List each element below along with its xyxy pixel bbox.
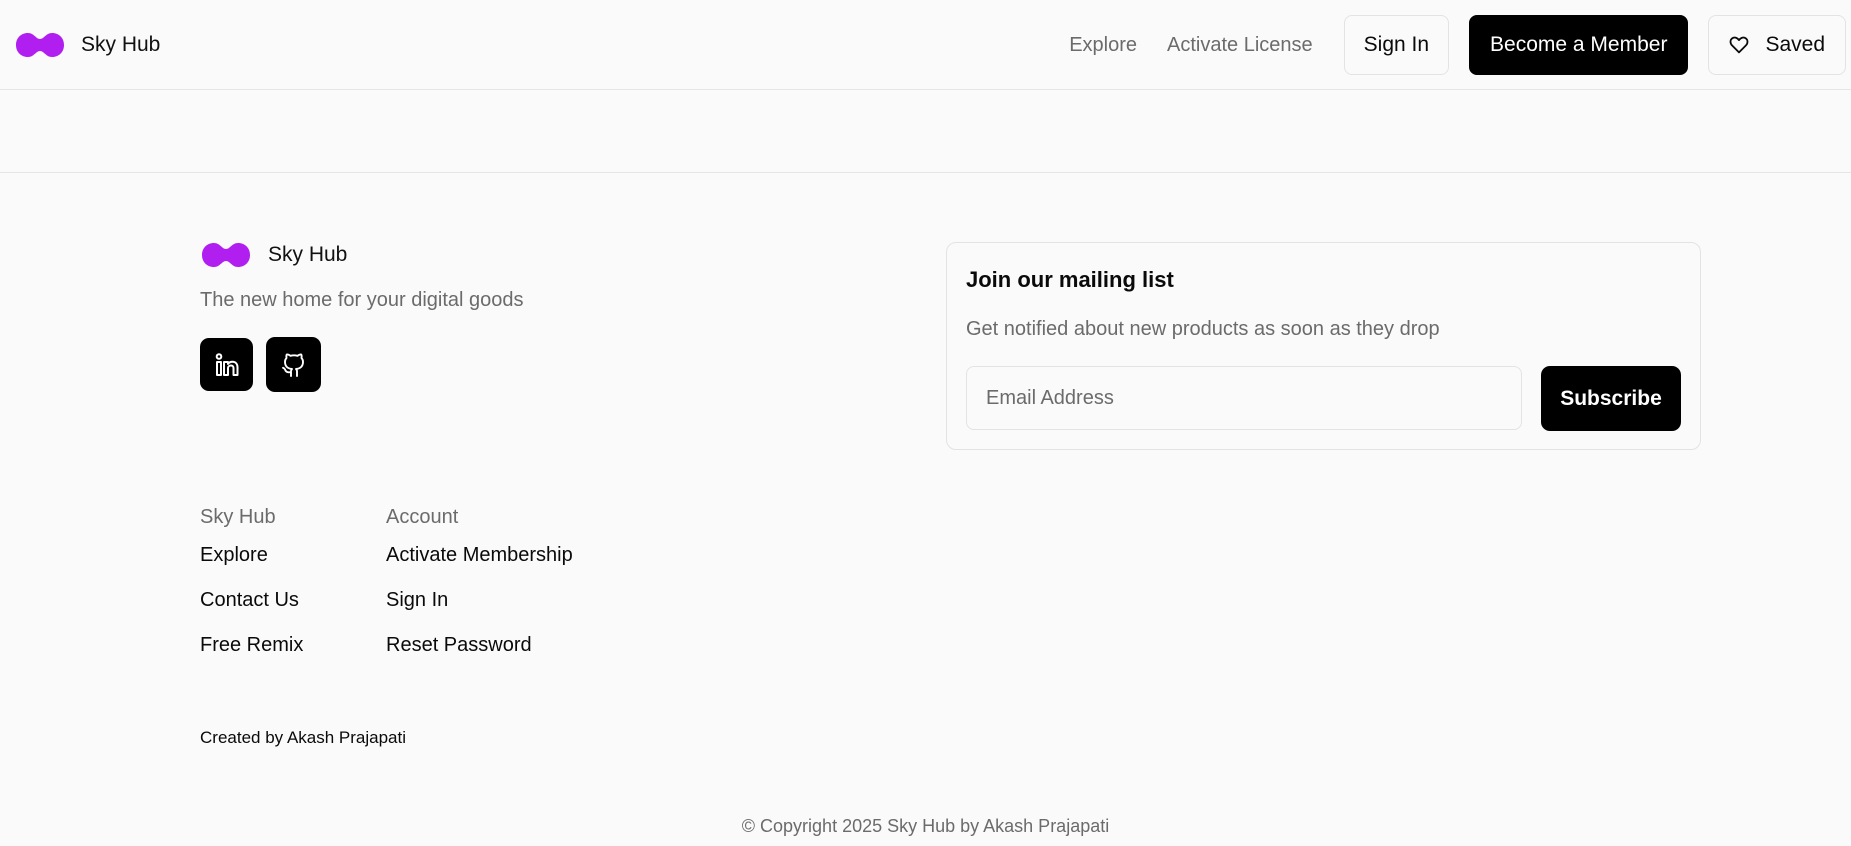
- brand-logo-link[interactable]: Sky Hub: [14, 30, 160, 60]
- subscribe-button[interactable]: Subscribe: [1541, 366, 1681, 431]
- footer-link-explore[interactable]: Explore: [200, 544, 303, 574]
- logo-icon: [202, 243, 250, 267]
- github-icon: [281, 353, 304, 377]
- footer-link-reset-password[interactable]: Reset Password: [386, 634, 573, 664]
- top-nav: Explore Activate License Sign In Become …: [1069, 15, 1846, 75]
- mailing-title: Join our mailing list: [966, 267, 1174, 292]
- created-by-text: Created by Akash Prajapati: [200, 728, 407, 747]
- column-heading: Account: [386, 506, 459, 528]
- footer-link-free-remix[interactable]: Free Remix: [200, 634, 303, 664]
- linkedin-icon: [215, 352, 238, 376]
- footer-link-activate-membership[interactable]: Activate Membership: [386, 544, 573, 574]
- column-heading: Sky Hub: [200, 506, 276, 528]
- become-member-button[interactable]: Become a Member: [1469, 15, 1689, 75]
- nav-explore-link[interactable]: Explore: [1069, 34, 1137, 57]
- email-input[interactable]: [966, 366, 1522, 430]
- nav-activate-license-link[interactable]: Activate License: [1167, 34, 1313, 57]
- footer-brand[interactable]: Sky Hub: [200, 240, 347, 270]
- social-links: [200, 337, 334, 392]
- saved-button[interactable]: Saved: [1708, 15, 1846, 75]
- footer-link-sign-in[interactable]: Sign In: [386, 589, 573, 619]
- mailing-list-card: Join our mailing list Get notified about…: [946, 242, 1701, 450]
- heart-icon: [1730, 36, 1749, 54]
- github-button[interactable]: [266, 337, 321, 392]
- section-divider: [0, 172, 1851, 173]
- footer-tagline: The new home for your digital goods: [200, 289, 524, 311]
- site-header: Sky Hub Explore Activate License Sign In…: [0, 0, 1851, 90]
- sign-in-button[interactable]: Sign In: [1343, 15, 1450, 75]
- footer-brand-name: Sky Hub: [268, 243, 348, 266]
- mailing-subtitle: Get notified about new products as soon …: [966, 318, 1440, 340]
- footer-link-contact-us[interactable]: Contact Us: [200, 589, 303, 619]
- copyright-text: © Copyright 2025 Sky Hub by Akash Prajap…: [741, 816, 1110, 836]
- brand-name: Sky Hub: [81, 33, 161, 56]
- footer-column-account: Account Activate Membership Sign In Rese…: [386, 506, 573, 664]
- footer-column-skyhub: Sky Hub Explore Contact Us Free Remix: [200, 506, 303, 664]
- logo-icon: [16, 33, 64, 57]
- linkedin-button[interactable]: [200, 338, 253, 391]
- saved-label: Saved: [1765, 33, 1825, 56]
